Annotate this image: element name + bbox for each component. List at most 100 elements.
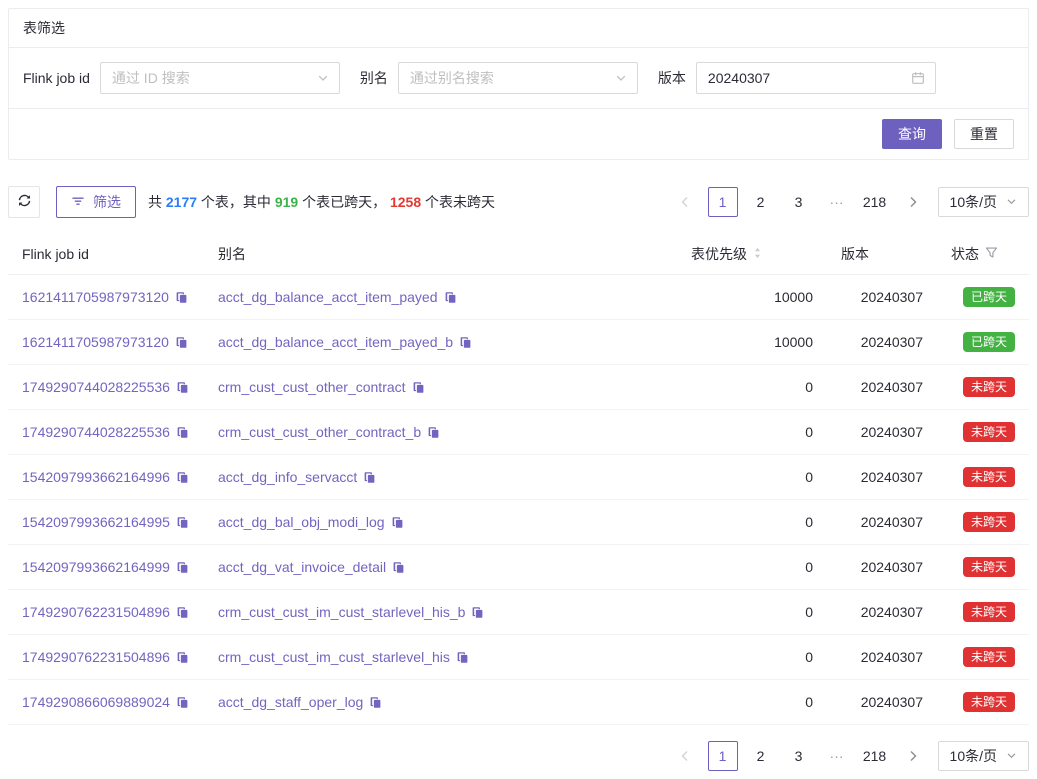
prev-page-button[interactable] [670,187,700,217]
pagination: 123 ··· 218 10条/页 [670,187,1029,217]
copy-icon[interactable] [175,291,188,304]
copy-icon[interactable] [471,606,484,619]
reset-button[interactable]: 重置 [954,119,1014,149]
copy-icon[interactable] [459,336,472,349]
alias-link[interactable]: acct_dg_bal_obj_modi_log [218,514,385,530]
cell-version: 20240307 [827,410,937,455]
cell-status: 未跨天 [937,680,1029,725]
header-priority-label: 表优先级 [691,244,747,264]
flink-job-id-link[interactable]: 1542097993662164996 [22,469,170,485]
cell-priority: 0 [677,545,827,590]
filter-button[interactable]: 筛选 [56,186,136,218]
flink-job-id-link[interactable]: 1542097993662164995 [22,514,170,530]
flink-job-id-link[interactable]: 1621411705987973120 [22,289,169,305]
header-status-label: 状态 [951,244,979,264]
table-header-row: Flink job id 别名 表优先级 版本 状态 [8,236,1029,275]
cell-flink-job-id: 1749290762231504896 [8,590,204,635]
page-number-218[interactable]: 218 [860,187,890,217]
sorter-icon[interactable] [753,246,762,263]
summary-crossed-count: 919 [275,194,298,210]
table-row: 1749290744028225536 crm_cust_cust_other_c… [8,410,1029,455]
status-badge: 未跨天 [963,692,1015,712]
copy-icon[interactable] [444,291,457,304]
version-date-picker[interactable] [696,62,936,94]
cell-version: 20240307 [827,500,937,545]
cell-priority: 0 [677,680,827,725]
alias-link[interactable]: acct_dg_staff_oper_log [218,694,363,710]
alias-link[interactable]: acct_dg_info_servacct [218,469,357,485]
flink-job-id-link[interactable]: 1621411705987973120 [22,334,169,350]
alias-link[interactable]: acct_dg_balance_acct_item_payed [218,289,438,305]
flink-job-id-label: Flink job id [23,70,90,86]
page-number-2[interactable]: 2 [746,187,776,217]
copy-icon[interactable] [176,426,189,439]
cell-status: 未跨天 [937,410,1029,455]
alias-link[interactable]: acct_dg_balance_acct_item_payed_b [218,334,453,350]
cell-version: 20240307 [827,455,937,500]
status-badge: 未跨天 [963,512,1015,532]
status-badge: 已跨天 [963,332,1015,352]
funnel-filter-icon[interactable] [985,246,998,262]
copy-icon[interactable] [369,696,382,709]
table-row: 1542097993662164999 acct_dg_vat_invoice_d… [8,545,1029,590]
flink-job-id-link[interactable]: 1749290744028225536 [22,379,170,395]
copy-icon[interactable] [176,471,189,484]
next-page-button[interactable] [898,187,928,217]
flink-job-id-select[interactable] [100,62,340,94]
cell-version: 20240307 [827,635,937,680]
copy-icon[interactable] [176,696,189,709]
flink-job-id-link[interactable]: 1749290866069889024 [22,694,170,710]
flink-job-id-link[interactable]: 1749290744028225536 [22,424,170,440]
cell-status: 未跨天 [937,590,1029,635]
copy-icon[interactable] [363,471,376,484]
cell-version: 20240307 [827,545,937,590]
table-body: 1621411705987973120 acct_dg_balance_acct_… [8,275,1029,725]
copy-icon[interactable] [427,426,440,439]
version-input[interactable] [697,70,911,86]
flink-job-id-input[interactable] [101,70,317,86]
alias-select[interactable] [398,62,638,94]
alias-link[interactable]: crm_cust_cust_im_cust_starlevel_his [218,649,450,665]
copy-icon[interactable] [176,561,189,574]
copy-icon[interactable] [176,381,189,394]
copy-icon[interactable] [176,651,189,664]
cell-priority: 10000 [677,275,827,320]
flink-job-id-link[interactable]: 1749290762231504896 [22,604,170,620]
flink-job-id-link[interactable]: 1749290762231504896 [22,649,170,665]
cell-flink-job-id: 1749290866069889024 [8,680,204,725]
copy-icon[interactable] [391,516,404,529]
alias-input[interactable] [399,70,615,86]
flink-job-id-link[interactable]: 1542097993662164999 [22,559,170,575]
header-priority[interactable]: 表优先级 [677,236,827,275]
cell-status: 未跨天 [937,455,1029,500]
toolbar: 筛选 共 2177 个表，其中 919 个表已跨天， 1258 个表未跨天 12… [8,186,1029,218]
cell-version: 20240307 [827,680,937,725]
copy-icon[interactable] [176,606,189,619]
copy-icon[interactable] [412,381,425,394]
alias-link[interactable]: crm_cust_cust_other_contract_b [218,424,421,440]
chevron-down-icon [1006,194,1017,210]
cell-priority: 0 [677,635,827,680]
cell-status: 未跨天 [937,545,1029,590]
alias-link[interactable]: crm_cust_cust_other_contract [218,379,406,395]
table-row: 1749290744028225536 crm_cust_cust_other_c… [8,365,1029,410]
page-number-1[interactable]: 1 [708,187,738,217]
cell-alias: crm_cust_cust_im_cust_starlevel_his_b [204,590,677,635]
pagination-top: 123 ··· 218 10条/页 [670,187,1029,217]
copy-icon[interactable] [175,336,188,349]
cell-alias: acct_dg_balance_acct_item_payed_b [204,320,677,365]
query-button[interactable]: 查询 [882,119,942,149]
page-ellipsis[interactable]: ··· [822,187,852,217]
summary-total-count: 2177 [166,194,197,210]
page-size-select[interactable]: 10条/页 [938,187,1029,217]
refresh-button[interactable] [8,186,40,218]
alias-link[interactable]: acct_dg_vat_invoice_detail [218,559,386,575]
copy-icon[interactable] [392,561,405,574]
page-number-3[interactable]: 3 [784,187,814,217]
cell-status: 未跨天 [937,500,1029,545]
copy-icon[interactable] [176,516,189,529]
alias-link[interactable]: crm_cust_cust_im_cust_starlevel_his_b [218,604,465,620]
table-summary: 共 2177 个表，其中 919 个表已跨天， 1258 个表未跨天 [148,192,495,212]
summary-mid2: 个表已跨天， [298,194,390,210]
copy-icon[interactable] [456,651,469,664]
